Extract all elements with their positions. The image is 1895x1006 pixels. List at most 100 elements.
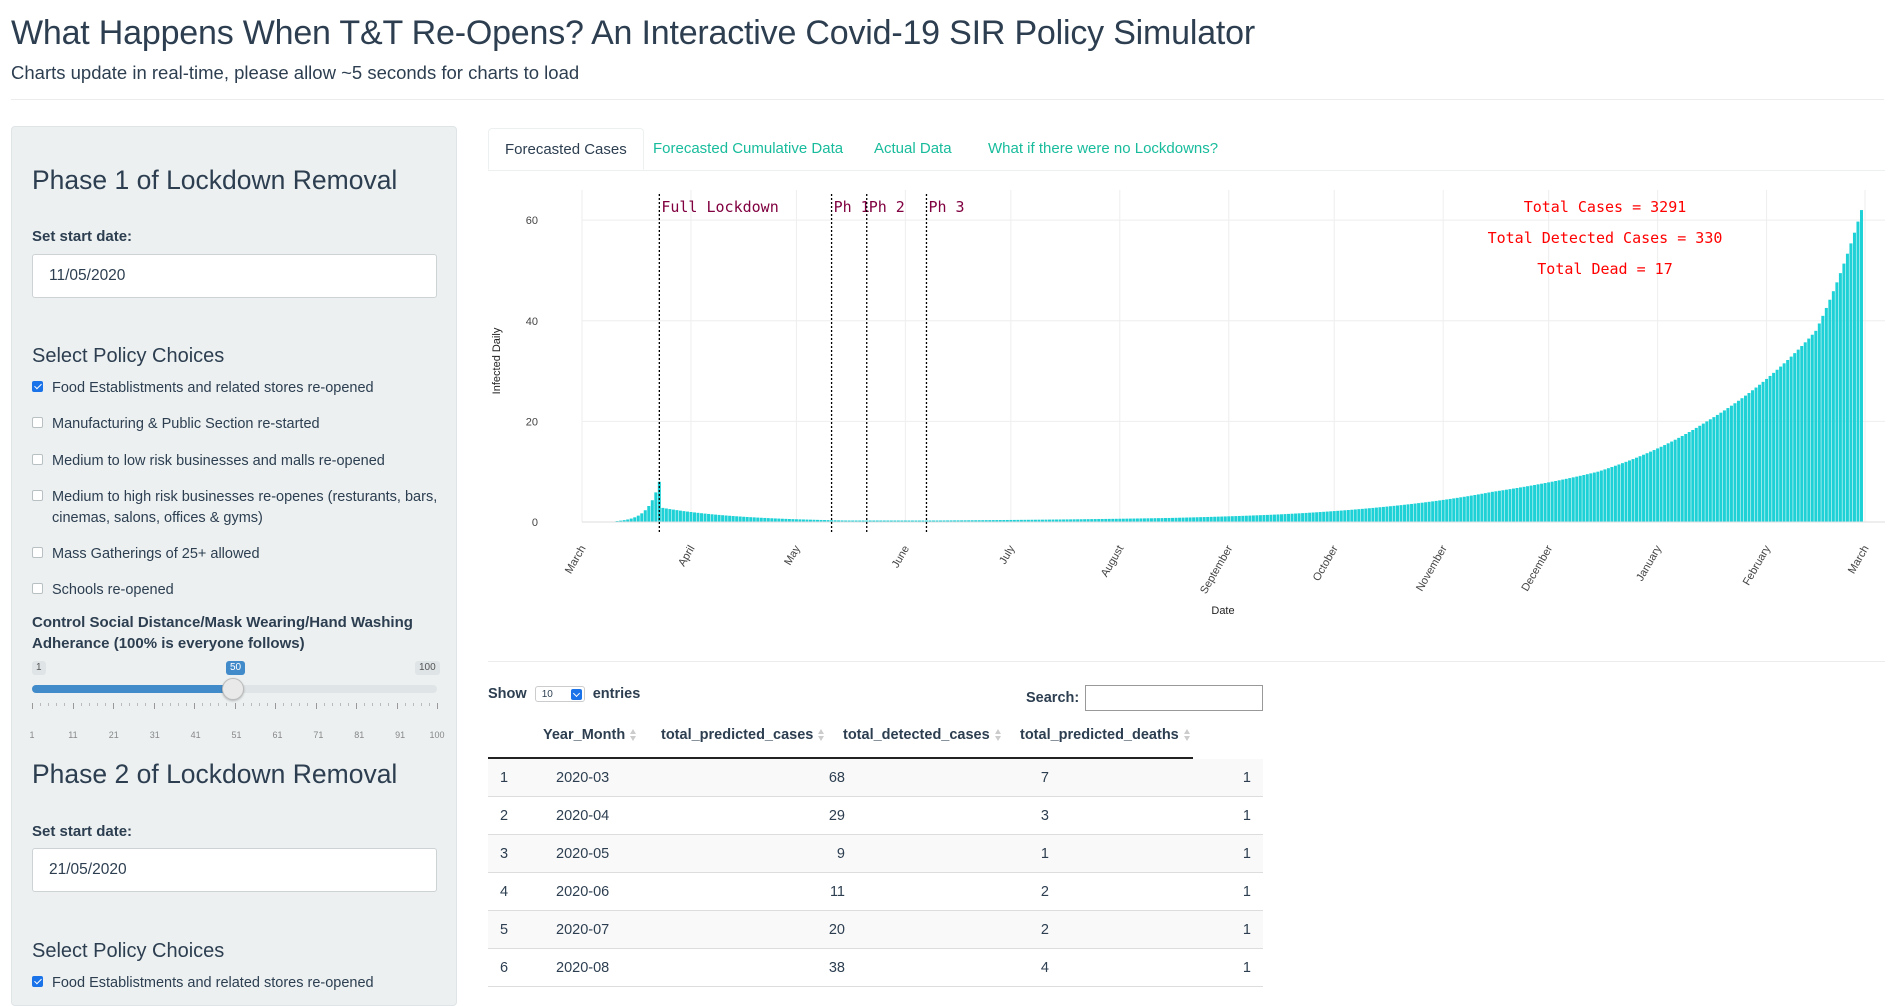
slider-tick <box>88 703 90 706</box>
phase2-policy-food[interactable]: Food Establistments and related stores r… <box>32 973 452 994</box>
slider-tick <box>72 703 74 709</box>
bar <box>735 516 739 522</box>
predicted-deaths-cell: 1 <box>1242 770 1251 786</box>
slider-tick <box>210 703 212 706</box>
bar <box>1645 453 1649 522</box>
slider-tick <box>388 703 390 706</box>
column-header-total-detected-cases[interactable]: total_detected_cases <box>843 727 1002 743</box>
column-header-total-predicted-deaths[interactable]: total_predicted_deaths <box>1020 727 1191 743</box>
tab-forecasted-cumulative[interactable]: Forecasted Cumulative Data <box>653 128 843 170</box>
phase1-start-date-input[interactable]: 11/05/2020 <box>32 254 437 298</box>
bar <box>1392 505 1396 522</box>
phase2-policy-heading: Select Policy Choices <box>32 940 225 962</box>
sort-icon <box>818 728 825 742</box>
bar <box>1526 486 1530 522</box>
bar <box>1332 511 1336 522</box>
bar <box>1336 510 1340 522</box>
bar <box>1557 480 1561 522</box>
phase1-policy-mass-gatherings[interactable]: Mass Gatherings of 25+ allowed <box>32 544 452 565</box>
bar <box>647 505 651 522</box>
phase1-policy-high-risk[interactable]: Medium to high risk businesses re-openes… <box>32 487 452 529</box>
bar <box>1272 514 1276 522</box>
phase1-policy-manufacturing[interactable]: Manufacturing & Public Section re-starte… <box>32 414 452 435</box>
predicted-cases-cell: 68 <box>828 770 845 786</box>
bar <box>692 512 696 522</box>
infected-daily-chart: 0 20 40 60 March April May June July August Septem… <box>491 190 1885 617</box>
table-row: 2 2020-04 29 3 1 <box>488 797 1263 835</box>
column-header-year-month[interactable]: Year_Month <box>543 727 637 743</box>
checkbox-checked-icon[interactable] <box>32 976 43 987</box>
checkbox-icon[interactable] <box>32 583 43 594</box>
bar <box>1230 516 1234 522</box>
adherence-slider[interactable] <box>32 678 437 700</box>
slider-tick <box>48 703 50 706</box>
tab-no-lockdowns[interactable]: What if there were no Lockdowns? <box>988 128 1218 170</box>
bar <box>1244 515 1248 522</box>
bar <box>1701 423 1705 522</box>
bar <box>1789 356 1793 522</box>
predicted-deaths-cell: 1 <box>1242 884 1251 900</box>
slider-tick <box>420 703 422 706</box>
bar <box>1831 291 1835 522</box>
bar <box>1610 466 1614 522</box>
bar <box>1311 512 1315 522</box>
column-header-total-predicted-cases[interactable]: total_predicted_cases <box>661 727 825 743</box>
bar <box>1845 253 1849 522</box>
y-axis-title: Infected Daily <box>491 327 503 394</box>
bar <box>1585 474 1589 522</box>
phase2-heading: Phase 2 of Lockdown Removal <box>32 759 398 789</box>
bar <box>749 517 753 522</box>
entries-select[interactable]: 10 <box>534 686 585 703</box>
bar <box>707 513 711 522</box>
length-control: Show 10 entries <box>488 686 640 703</box>
bar <box>703 513 707 522</box>
bar <box>1504 489 1508 522</box>
bar <box>1258 515 1262 522</box>
checkbox-icon[interactable] <box>32 454 43 465</box>
x-tick-label: February <box>1741 543 1774 588</box>
bar <box>759 517 763 522</box>
slider-tick <box>339 703 341 706</box>
bar <box>724 515 728 522</box>
bar <box>1571 477 1575 522</box>
phase1-policy-low-risk[interactable]: Medium to low risk businesses and malls … <box>32 451 452 472</box>
bar <box>1487 492 1491 522</box>
phase1-policy-schools[interactable]: Schools re-opened <box>32 580 452 601</box>
checkbox-icon[interactable] <box>32 417 43 428</box>
bar <box>1167 517 1171 522</box>
bar <box>1188 517 1192 522</box>
checkbox-checked-icon[interactable] <box>32 381 43 392</box>
tab-actual-data[interactable]: Actual Data <box>874 128 952 170</box>
checkbox-icon[interactable] <box>32 490 43 501</box>
slider-tick <box>404 703 406 706</box>
bar <box>1578 475 1582 522</box>
bar <box>1388 506 1392 522</box>
section-divider <box>488 661 1885 662</box>
bar <box>1410 503 1414 522</box>
page-title: What Happens When T&T Re-Opens? An Inter… <box>11 14 1255 52</box>
tab-forecasted-cases[interactable]: Forecasted Cases <box>488 128 644 170</box>
bar <box>1782 363 1786 522</box>
predicted-cases-cell: 11 <box>829 884 845 900</box>
bar <box>1511 488 1515 522</box>
checkbox-icon[interactable] <box>32 547 43 558</box>
column-header-label: Year_Month <box>543 727 626 743</box>
slider-tick-label: 81 <box>354 730 365 740</box>
phase2-start-date-input[interactable]: 21/05/2020 <box>32 848 437 892</box>
bar <box>1374 507 1378 522</box>
phase-marker-label: Ph 2 <box>869 198 905 216</box>
bar <box>1751 390 1755 522</box>
page-subtitle: Charts update in real-time, please allow… <box>11 62 580 83</box>
row-index: 1 <box>500 770 509 786</box>
x-tick-label: September <box>1198 543 1235 596</box>
slider-tick <box>64 703 66 706</box>
slider-handle[interactable] <box>222 678 244 700</box>
bar <box>1213 516 1217 522</box>
bar <box>1199 517 1203 522</box>
search-input[interactable] <box>1085 685 1263 711</box>
x-tick-label: December <box>1519 543 1555 593</box>
bar <box>661 507 665 522</box>
bar <box>1251 515 1255 522</box>
phase1-policy-food[interactable]: Food Establistments and related stores r… <box>32 378 452 399</box>
row-index: 5 <box>500 922 509 938</box>
